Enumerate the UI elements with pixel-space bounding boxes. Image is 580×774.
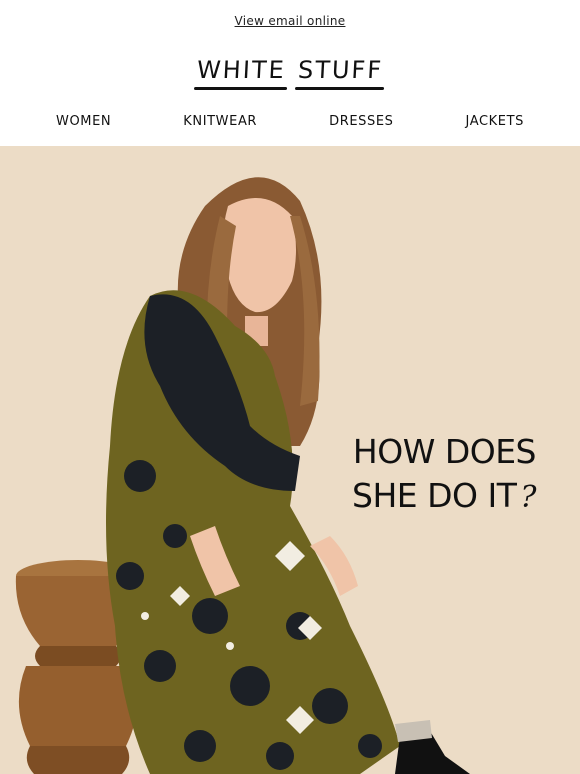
headline-line-1: HOW DOES xyxy=(352,432,537,471)
logo-word-stuff: STUFF xyxy=(294,56,384,90)
logo-text-white: WHITE xyxy=(196,56,287,84)
logo-word-white: WHITE xyxy=(194,56,287,90)
brand-logo[interactable]: WHITE STUFF xyxy=(0,42,580,98)
logo-text-stuff: STUFF xyxy=(297,56,384,84)
nav-item-dresses[interactable]: DRESSES xyxy=(329,114,393,129)
question-mark-icon: ? xyxy=(520,480,536,515)
nav-item-women[interactable]: WOMEN xyxy=(56,114,111,129)
headline-line-2-text: SHE DO IT xyxy=(352,476,517,515)
hero-banner[interactable]: HOW DOES SHE DO IT? xyxy=(0,146,580,774)
hero-headline: HOW DOES SHE DO IT? xyxy=(352,430,536,520)
view-email-online-link[interactable]: View email online xyxy=(235,14,346,28)
logo-underline xyxy=(194,87,287,90)
headline-line-2: SHE DO IT? xyxy=(352,474,536,520)
main-nav: WOMEN KNITWEAR DRESSES JACKETS xyxy=(0,98,580,144)
nav-item-jackets[interactable]: JACKETS xyxy=(466,114,524,129)
top-bar: View email online xyxy=(0,0,580,42)
nav-item-knitwear[interactable]: KNITWEAR xyxy=(183,114,257,129)
logo-underline xyxy=(294,87,384,90)
